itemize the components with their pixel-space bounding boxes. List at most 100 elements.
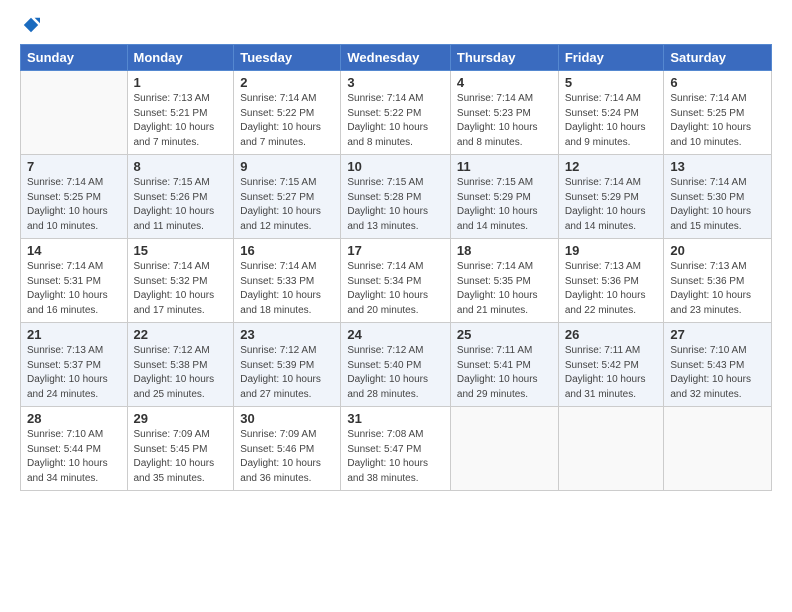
day-cell: 28 Sunrise: 7:10 AMSunset: 5:44 PMDayligh… (21, 407, 128, 491)
day-number: 15 (134, 243, 228, 258)
weekday-header-thursday: Thursday (450, 45, 558, 71)
day-cell: 8Sunrise: 7:15 AMSunset: 5:26 PMDaylight… (127, 155, 234, 239)
day-info: Sunrise: 7:14 AMSunset: 5:30 PMDaylight:… (670, 176, 765, 234)
week-row-0: 1Sunrise: 7:13 AMSunset: 5:21 PMDaylight… (21, 71, 772, 155)
week-row-3: 21Sunrise: 7:13 AMSunset: 5:37 PMDayligh… (21, 323, 772, 407)
calendar-table: SundayMondayTuesdayWednesdayThursdayFrid… (20, 44, 772, 491)
day-number: 19 (565, 243, 658, 258)
day-cell: 5 Sunrise: 7:14 AMSunset: 5:24 PMDaylight… (558, 71, 664, 155)
day-cell: 24 Sunrise: 7:12 AMSunset: 5:40 PMDayligh… (341, 323, 451, 407)
day-number: 14 (27, 243, 121, 258)
day-cell: 13 Sunrise: 7:14 AMSunset: 5:30 PMDayligh… (664, 155, 772, 239)
day-info: Sunrise: 7:14 AMSunset: 5:23 PMDaylight:… (457, 92, 552, 150)
day-number: 27 (670, 327, 765, 342)
day-info: Sunrise: 7:14 AMSunset: 5:25 PMDaylight:… (27, 176, 121, 234)
day-info: Sunrise: 7:12 AMSunset: 5:39 PMDaylight:… (240, 344, 334, 402)
day-cell (21, 71, 128, 155)
day-cell: 14 Sunrise: 7:14 AMSunset: 5:31 PMDayligh… (21, 239, 128, 323)
day-info: Sunrise: 7:13 AMSunset: 5:36 PMDaylight:… (565, 260, 658, 318)
day-info: Sunrise: 7:12 AMSunset: 5:38 PMDaylight:… (134, 344, 228, 402)
logo-icon (22, 16, 40, 34)
day-number: 6 (670, 75, 765, 90)
day-number: 5 (565, 75, 658, 90)
day-info: Sunrise: 7:14 AMSunset: 5:22 PMDaylight:… (347, 92, 444, 150)
day-number: 12 (565, 159, 658, 174)
day-info: Sunrise: 7:15 AMSunset: 5:29 PMDaylight:… (457, 176, 552, 234)
day-cell (450, 407, 558, 491)
day-info: Sunrise: 7:15 AMSunset: 5:27 PMDaylight:… (240, 176, 334, 234)
week-row-1: 7 Sunrise: 7:14 AMSunset: 5:25 PMDaylight… (21, 155, 772, 239)
day-number: 7 (27, 159, 121, 174)
day-info: Sunrise: 7:14 AMSunset: 5:22 PMDaylight:… (240, 92, 334, 150)
week-row-2: 14 Sunrise: 7:14 AMSunset: 5:31 PMDayligh… (21, 239, 772, 323)
day-number: 26 (565, 327, 658, 342)
day-cell: 4 Sunrise: 7:14 AMSunset: 5:23 PMDaylight… (450, 71, 558, 155)
day-number: 18 (457, 243, 552, 258)
day-number: 9 (240, 159, 334, 174)
day-number: 10 (347, 159, 444, 174)
day-cell: 17Sunrise: 7:14 AMSunset: 5:34 PMDayligh… (341, 239, 451, 323)
page-container: SundayMondayTuesdayWednesdayThursdayFrid… (0, 0, 792, 612)
day-info: Sunrise: 7:09 AMSunset: 5:46 PMDaylight:… (240, 428, 334, 486)
day-cell: 11 Sunrise: 7:15 AMSunset: 5:29 PMDayligh… (450, 155, 558, 239)
day-number: 3 (347, 75, 444, 90)
day-cell: 9 Sunrise: 7:15 AMSunset: 5:27 PMDaylight… (234, 155, 341, 239)
day-info: Sunrise: 7:10 AMSunset: 5:43 PMDaylight:… (670, 344, 765, 402)
day-number: 17 (347, 243, 444, 258)
day-info: Sunrise: 7:14 AMSunset: 5:29 PMDaylight:… (565, 176, 658, 234)
day-cell: 29 Sunrise: 7:09 AMSunset: 5:45 PMDayligh… (127, 407, 234, 491)
day-cell: 27 Sunrise: 7:10 AMSunset: 5:43 PMDayligh… (664, 323, 772, 407)
day-number: 20 (670, 243, 765, 258)
day-info: Sunrise: 7:08 AMSunset: 5:47 PMDaylight:… (347, 428, 444, 486)
day-cell: 16Sunrise: 7:14 AMSunset: 5:33 PMDayligh… (234, 239, 341, 323)
day-cell: 19 Sunrise: 7:13 AMSunset: 5:36 PMDayligh… (558, 239, 664, 323)
weekday-header-saturday: Saturday (664, 45, 772, 71)
logo (20, 16, 40, 34)
weekday-header-row: SundayMondayTuesdayWednesdayThursdayFrid… (21, 45, 772, 71)
day-info: Sunrise: 7:12 AMSunset: 5:40 PMDaylight:… (347, 344, 444, 402)
day-cell: 31 Sunrise: 7:08 AMSunset: 5:47 PMDayligh… (341, 407, 451, 491)
day-cell: 12 Sunrise: 7:14 AMSunset: 5:29 PMDayligh… (558, 155, 664, 239)
day-cell: 23Sunrise: 7:12 AMSunset: 5:39 PMDayligh… (234, 323, 341, 407)
day-number: 31 (347, 411, 444, 426)
day-number: 8 (134, 159, 228, 174)
day-cell: 30 Sunrise: 7:09 AMSunset: 5:46 PMDayligh… (234, 407, 341, 491)
day-number: 4 (457, 75, 552, 90)
day-cell (664, 407, 772, 491)
day-number: 30 (240, 411, 334, 426)
weekday-header-sunday: Sunday (21, 45, 128, 71)
day-cell: 21Sunrise: 7:13 AMSunset: 5:37 PMDayligh… (21, 323, 128, 407)
day-info: Sunrise: 7:14 AMSunset: 5:31 PMDaylight:… (27, 260, 121, 318)
day-number: 13 (670, 159, 765, 174)
day-info: Sunrise: 7:14 AMSunset: 5:32 PMDaylight:… (134, 260, 228, 318)
day-cell: 15 Sunrise: 7:14 AMSunset: 5:32 PMDayligh… (127, 239, 234, 323)
weekday-header-wednesday: Wednesday (341, 45, 451, 71)
day-number: 2 (240, 75, 334, 90)
day-cell: 22 Sunrise: 7:12 AMSunset: 5:38 PMDayligh… (127, 323, 234, 407)
day-cell: 18Sunrise: 7:14 AMSunset: 5:35 PMDayligh… (450, 239, 558, 323)
day-number: 24 (347, 327, 444, 342)
day-info: Sunrise: 7:14 AMSunset: 5:33 PMDaylight:… (240, 260, 334, 318)
day-cell: 2 Sunrise: 7:14 AMSunset: 5:22 PMDaylight… (234, 71, 341, 155)
day-info: Sunrise: 7:14 AMSunset: 5:24 PMDaylight:… (565, 92, 658, 150)
day-cell: 25 Sunrise: 7:11 AMSunset: 5:41 PMDayligh… (450, 323, 558, 407)
day-number: 25 (457, 327, 552, 342)
day-cell: 1Sunrise: 7:13 AMSunset: 5:21 PMDaylight… (127, 71, 234, 155)
day-info: Sunrise: 7:10 AMSunset: 5:44 PMDaylight:… (27, 428, 121, 486)
day-info: Sunrise: 7:09 AMSunset: 5:45 PMDaylight:… (134, 428, 228, 486)
weekday-header-monday: Monday (127, 45, 234, 71)
day-cell: 26Sunrise: 7:11 AMSunset: 5:42 PMDayligh… (558, 323, 664, 407)
day-info: Sunrise: 7:11 AMSunset: 5:41 PMDaylight:… (457, 344, 552, 402)
day-number: 11 (457, 159, 552, 174)
day-cell (558, 407, 664, 491)
day-number: 28 (27, 411, 121, 426)
header (20, 16, 772, 34)
day-info: Sunrise: 7:15 AMSunset: 5:28 PMDaylight:… (347, 176, 444, 234)
day-cell: 7 Sunrise: 7:14 AMSunset: 5:25 PMDaylight… (21, 155, 128, 239)
day-cell: 10 Sunrise: 7:15 AMSunset: 5:28 PMDayligh… (341, 155, 451, 239)
day-number: 22 (134, 327, 228, 342)
day-info: Sunrise: 7:13 AMSunset: 5:36 PMDaylight:… (670, 260, 765, 318)
day-cell: 3 Sunrise: 7:14 AMSunset: 5:22 PMDaylight… (341, 71, 451, 155)
day-number: 29 (134, 411, 228, 426)
day-cell: 20 Sunrise: 7:13 AMSunset: 5:36 PMDayligh… (664, 239, 772, 323)
